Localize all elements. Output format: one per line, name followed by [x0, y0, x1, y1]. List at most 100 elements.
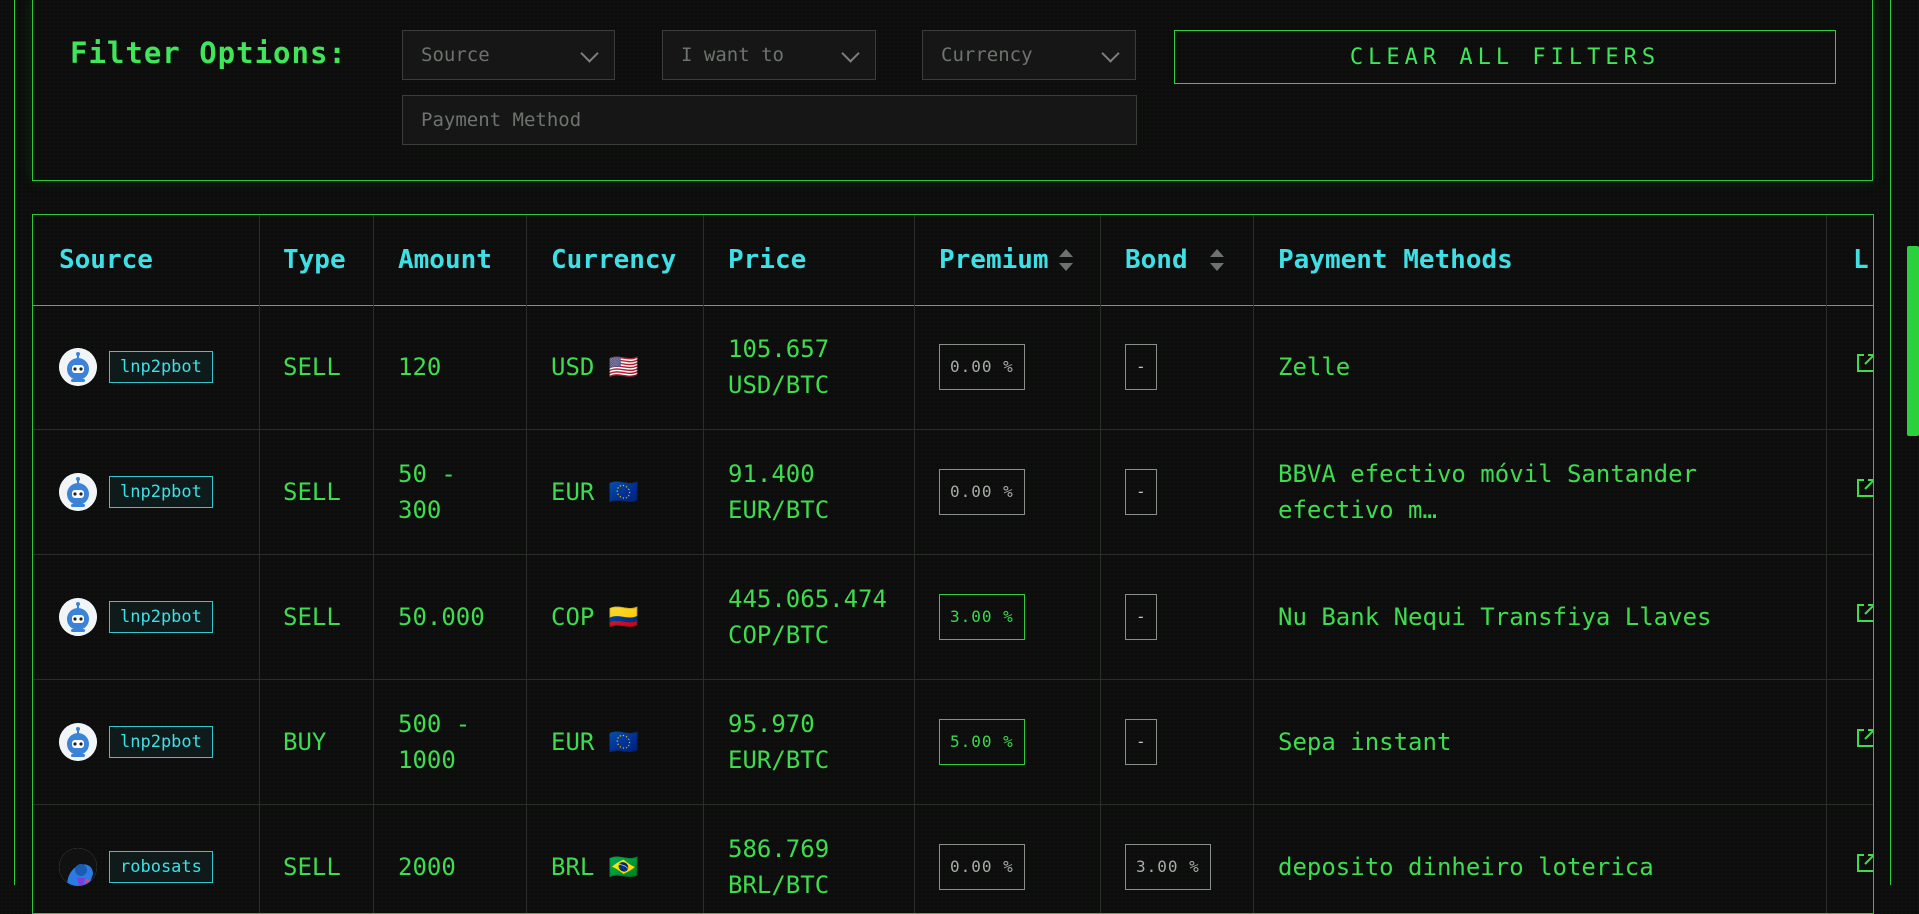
external-link-icon[interactable] — [1855, 727, 1873, 749]
header-payment-methods[interactable]: Payment Methods — [1278, 215, 1513, 305]
offers-table: Source Type Amount Currency Price Premiu… — [32, 214, 1874, 914]
source-tag: lnp2pbot — [109, 601, 213, 633]
currency-cell: EUR 🇪🇺 — [551, 728, 639, 756]
premium-badge: 3.00 % — [939, 594, 1025, 640]
bond-cell: - — [1125, 430, 1157, 554]
currency-dropdown[interactable]: Currency — [922, 30, 1136, 80]
price-cell: 586.769 BRL/BTC — [728, 835, 830, 899]
header-type[interactable]: Type — [283, 215, 346, 305]
robot-icon — [59, 723, 97, 761]
payment-cell: Nu Bank Nequi Transfiya Llaves — [1278, 603, 1712, 631]
amount-cell: 50.000 — [398, 603, 485, 631]
price-cell: 445.065.474 COP/BTC — [728, 585, 887, 649]
currency-cell: EUR 🇪🇺 — [551, 478, 639, 506]
premium-badge: 0.00 % — [939, 469, 1025, 515]
currency-dropdown-label: Currency — [941, 44, 1033, 66]
table-row[interactable]: robosats SELL 2000 BRL 🇧🇷 586.769 BRL/BTC dep… — [33, 805, 1873, 913]
premium-cell: 3.00 % — [939, 555, 1025, 679]
table-row[interactable]: lnp2pbot SELL 50 - 300 EUR 🇪🇺 91.400 EUR/BTC… — [33, 430, 1873, 555]
premium-badge: 0.00 % — [939, 844, 1025, 890]
scrollbar-thumb[interactable] — [1907, 246, 1919, 436]
amount-cell: 2000 — [398, 853, 456, 881]
header-premium-label: Premium — [939, 245, 1049, 275]
type-cell: SELL — [283, 353, 341, 381]
clear-all-filters-button[interactable]: CLEAR ALL FILTERS — [1174, 30, 1836, 84]
payment-cell: BBVA efectivo móvil Santander efectivo m… — [1278, 460, 1698, 524]
currency-cell: COP 🇨🇴 — [551, 603, 639, 631]
amount-cell: 120 — [398, 353, 442, 381]
external-link-icon[interactable] — [1855, 852, 1873, 874]
bond-cell: 3.00 % — [1125, 805, 1211, 913]
header-link[interactable]: L: — [1853, 215, 1873, 305]
type-dropdown-label: I want to — [681, 44, 784, 66]
premium-cell: 0.00 % — [939, 430, 1025, 554]
bond-badge: - — [1125, 469, 1157, 515]
price-cell: 105.657 USD/BTC — [728, 335, 830, 399]
price-cell: 95.970 EUR/BTC — [728, 710, 830, 774]
chevron-down-icon — [580, 44, 599, 63]
header-amount[interactable]: Amount — [398, 215, 492, 305]
sort-icon[interactable] — [1058, 249, 1073, 271]
header-currency-label: Currency — [551, 245, 677, 275]
type-cell: SELL — [283, 603, 341, 631]
robosats-icon — [59, 848, 97, 886]
type-cell: SELL — [283, 853, 341, 881]
payment-cell: Zelle — [1278, 353, 1351, 381]
table-row[interactable]: lnp2pbot SELL 120 USD 🇺🇸 105.657 USD/BTC Zell… — [33, 305, 1873, 430]
source-tag: robosats — [109, 851, 213, 883]
bond-cell: - — [1125, 680, 1157, 804]
header-premium[interactable]: Premium — [939, 215, 1073, 305]
chevron-down-icon — [841, 44, 860, 63]
bond-badge: - — [1125, 344, 1157, 390]
header-price[interactable]: Price — [728, 215, 806, 305]
robot-icon — [59, 473, 97, 511]
filter-title: Filter Options: — [70, 36, 347, 70]
header-currency[interactable]: Currency — [551, 215, 676, 305]
bond-cell: - — [1125, 555, 1157, 679]
type-cell: BUY — [283, 728, 327, 756]
source-dropdown-label: Source — [421, 44, 490, 66]
price-cell: 91.400 EUR/BTC — [728, 460, 830, 524]
premium-cell: 0.00 % — [939, 305, 1025, 429]
external-link-icon[interactable] — [1855, 602, 1873, 624]
premium-cell: 5.00 % — [939, 680, 1025, 804]
premium-cell: 0.00 % — [939, 805, 1025, 913]
robot-icon — [59, 598, 97, 636]
robot-icon — [59, 348, 97, 386]
external-link-icon[interactable] — [1855, 477, 1873, 499]
chevron-down-icon — [1101, 44, 1120, 63]
sort-icon[interactable] — [1209, 249, 1224, 271]
type-dropdown[interactable]: I want to — [662, 30, 876, 80]
header-payment-methods-label: Payment Methods — [1278, 245, 1513, 275]
currency-cell: BRL 🇧🇷 — [551, 853, 639, 881]
external-link-icon[interactable] — [1855, 352, 1873, 374]
header-price-label: Price — [728, 245, 807, 275]
payment-cell: deposito dinheiro loterica — [1278, 853, 1654, 881]
frame-left-edge — [14, 0, 15, 885]
header-type-label: Type — [283, 245, 346, 275]
source-tag: lnp2pbot — [109, 476, 213, 508]
header-amount-label: Amount — [398, 245, 492, 275]
source-tag: lnp2pbot — [109, 726, 213, 758]
table-row[interactable]: lnp2pbot BUY 500 - 1000 EUR 🇪🇺 95.970 EUR/BT… — [33, 680, 1873, 805]
bond-badge: 3.00 % — [1125, 844, 1211, 890]
header-bond-label: Bond — [1125, 245, 1188, 275]
payment-method-input[interactable]: Payment Method — [402, 95, 1137, 145]
header-bond[interactable]: Bond — [1125, 215, 1224, 305]
source-dropdown[interactable]: Source — [402, 30, 615, 80]
source-tag: lnp2pbot — [109, 351, 213, 383]
premium-badge: 0.00 % — [939, 344, 1025, 390]
payment-cell: Sepa instant — [1278, 728, 1452, 756]
type-cell: SELL — [283, 478, 341, 506]
currency-cell: USD 🇺🇸 — [551, 353, 639, 381]
bond-badge: - — [1125, 719, 1157, 765]
bond-badge: - — [1125, 594, 1157, 640]
table-row[interactable]: lnp2pbot SELL 50.000 COP 🇨🇴 445.065.474 COP/… — [33, 555, 1873, 680]
header-source-label: Source — [59, 245, 153, 275]
header-source[interactable]: Source — [59, 215, 153, 305]
bond-cell: - — [1125, 305, 1157, 429]
payment-method-placeholder: Payment Method — [421, 109, 582, 131]
filter-panel — [32, 0, 1873, 181]
amount-cell: 50 - 300 — [398, 460, 456, 524]
premium-badge: 5.00 % — [939, 719, 1025, 765]
